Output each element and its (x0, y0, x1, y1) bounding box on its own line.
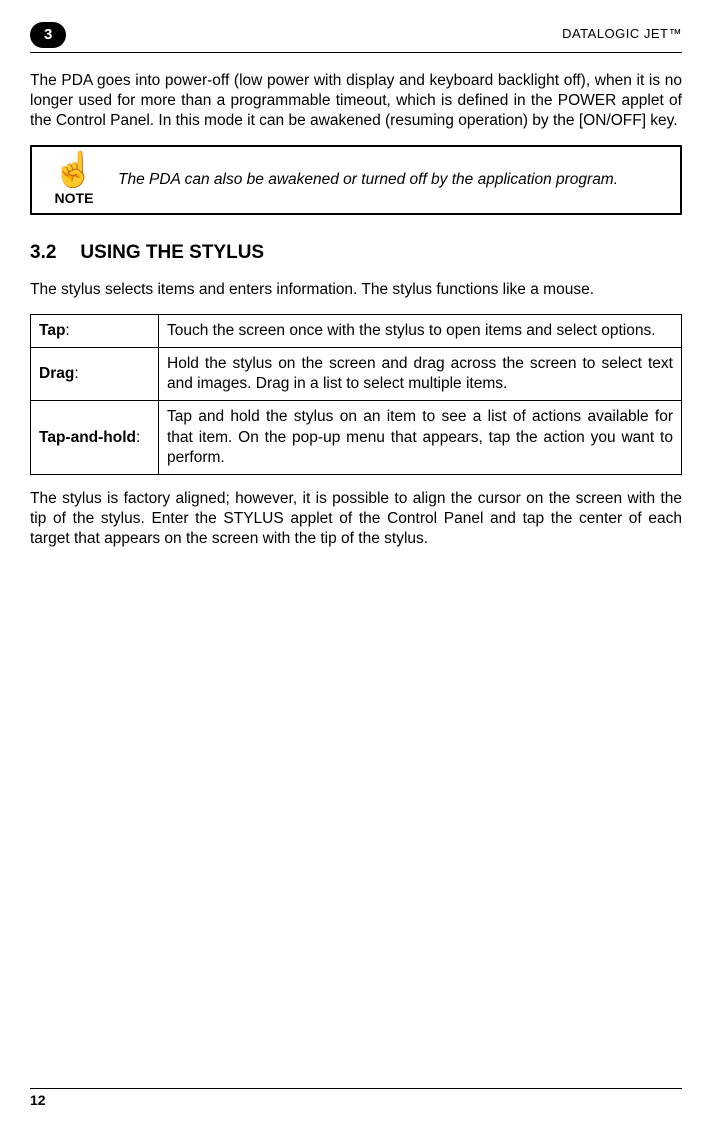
chapter-badge: 3 (30, 22, 66, 48)
pointing-hand-icon: ☝ (42, 153, 106, 187)
stylus-actions-table: Tap: Touch the screen once with the styl… (30, 314, 682, 475)
header-rule (30, 52, 682, 53)
note-icon-block: ☝ NOTE (42, 153, 106, 207)
term-cell: Tap: (31, 314, 159, 347)
page: 3 DATALOGIC JET™ The PDA goes into power… (0, 0, 712, 1131)
intro-paragraph: The PDA goes into power-off (low power w… (30, 71, 682, 131)
table-row: Tap-and-hold: Tap and hold the stylus on… (31, 401, 682, 474)
section-number: 3.2 (30, 241, 56, 266)
desc-cell: Hold the stylus on the screen and drag a… (159, 348, 682, 401)
desc-cell: Tap and hold the stylus on an item to se… (159, 401, 682, 474)
desc-cell: Touch the screen once with the stylus to… (159, 314, 682, 347)
product-title: DATALOGIC JET™ (562, 26, 682, 43)
note-text: The PDA can also be awakened or turned o… (106, 164, 670, 196)
term-label: Tap-and-hold (39, 429, 136, 446)
note-label: NOTE (42, 189, 106, 207)
section-outro: The stylus is factory aligned; however, … (30, 489, 682, 549)
term-cell: Tap-and-hold: (31, 401, 159, 474)
page-number: 12 (30, 1091, 682, 1109)
term-label: Drag (39, 365, 74, 382)
table-row: Drag: Hold the stylus on the screen and … (31, 348, 682, 401)
table-row: Tap: Touch the screen once with the styl… (31, 314, 682, 347)
section-title: USING THE STYLUS (80, 242, 264, 263)
term-label: Tap (39, 322, 65, 339)
section-intro: The stylus selects items and enters info… (30, 280, 682, 300)
footer-rule (30, 1088, 682, 1089)
term-cell: Drag: (31, 348, 159, 401)
page-header: 3 DATALOGIC JET™ (30, 22, 682, 48)
section-heading: 3.2 USING THE STYLUS (30, 241, 682, 266)
page-footer: 12 (30, 1088, 682, 1109)
note-box: ☝ NOTE The PDA can also be awakened or t… (30, 145, 682, 215)
